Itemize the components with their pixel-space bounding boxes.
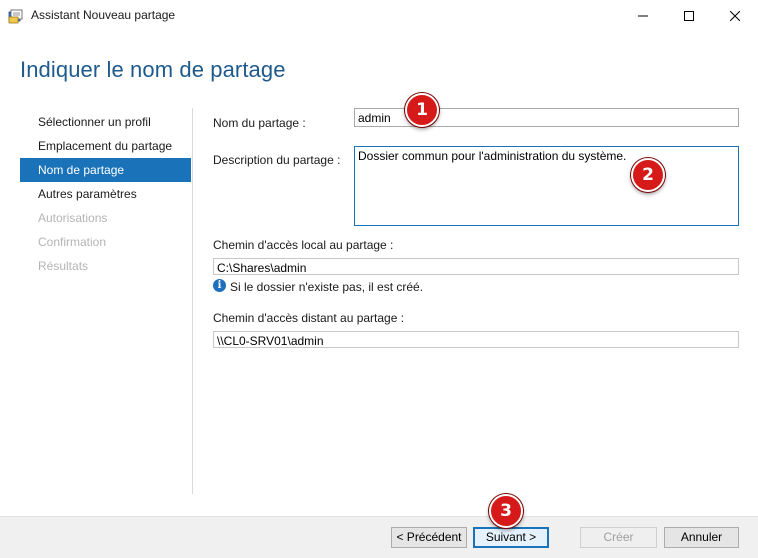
local-path-field[interactable]: C:\Shares\admin [213, 258, 739, 275]
wizard-steps-nav: Sélectionner un profil Emplacement du pa… [20, 110, 191, 278]
share-name-label: Nom du partage : [213, 116, 306, 130]
minimize-button[interactable] [620, 0, 666, 31]
nav-item-select-profile[interactable]: Sélectionner un profil [20, 110, 191, 134]
nav-item-share-location[interactable]: Emplacement du partage [20, 134, 191, 158]
create-button: Créer [580, 527, 657, 548]
maximize-icon [684, 10, 694, 21]
nav-item-share-name[interactable]: Nom de partage [20, 158, 191, 182]
share-description-label: Description du partage : [213, 153, 341, 167]
minimize-icon [638, 15, 648, 16]
page-title: Indiquer le nom de partage [20, 57, 286, 82]
nav-divider [192, 108, 193, 494]
local-path-label: Chemin d'accès local au partage : [213, 238, 394, 252]
share-description-textarea[interactable]: Dossier commun pour l'administration du … [354, 146, 739, 226]
info-text: Si le dossier n'existe pas, il est créé. [230, 280, 424, 294]
close-button[interactable] [712, 0, 758, 31]
nav-item-permissions: Autorisations [38, 211, 108, 225]
previous-button[interactable]: < Précédent [391, 527, 467, 548]
new-share-wizard-window: Assistant Nouveau partage Indiquer le no… [0, 0, 758, 558]
step-badge-3: 3 [489, 494, 523, 528]
nav-item-confirmation: Confirmation [38, 235, 107, 249]
remote-path-label: Chemin d'accès distant au partage : [213, 311, 405, 325]
cancel-button[interactable]: Annuler [664, 527, 739, 548]
remote-path-field[interactable]: \\CL0-SRV01\admin [213, 331, 739, 348]
nav-item-results: Résultats [38, 259, 89, 273]
nav-item-other-settings[interactable]: Autres paramètres [20, 182, 191, 206]
title-bar: Assistant Nouveau partage [0, 0, 758, 31]
info-icon: i [213, 279, 226, 292]
folder-share-icon [8, 8, 24, 24]
maximize-button[interactable] [666, 0, 712, 31]
step-badge-1: 1 [405, 93, 439, 127]
window-title: Assistant Nouveau partage [31, 8, 176, 22]
next-button[interactable]: Suivant > [473, 527, 549, 548]
close-icon [730, 10, 740, 21]
step-badge-2: 2 [631, 158, 665, 192]
